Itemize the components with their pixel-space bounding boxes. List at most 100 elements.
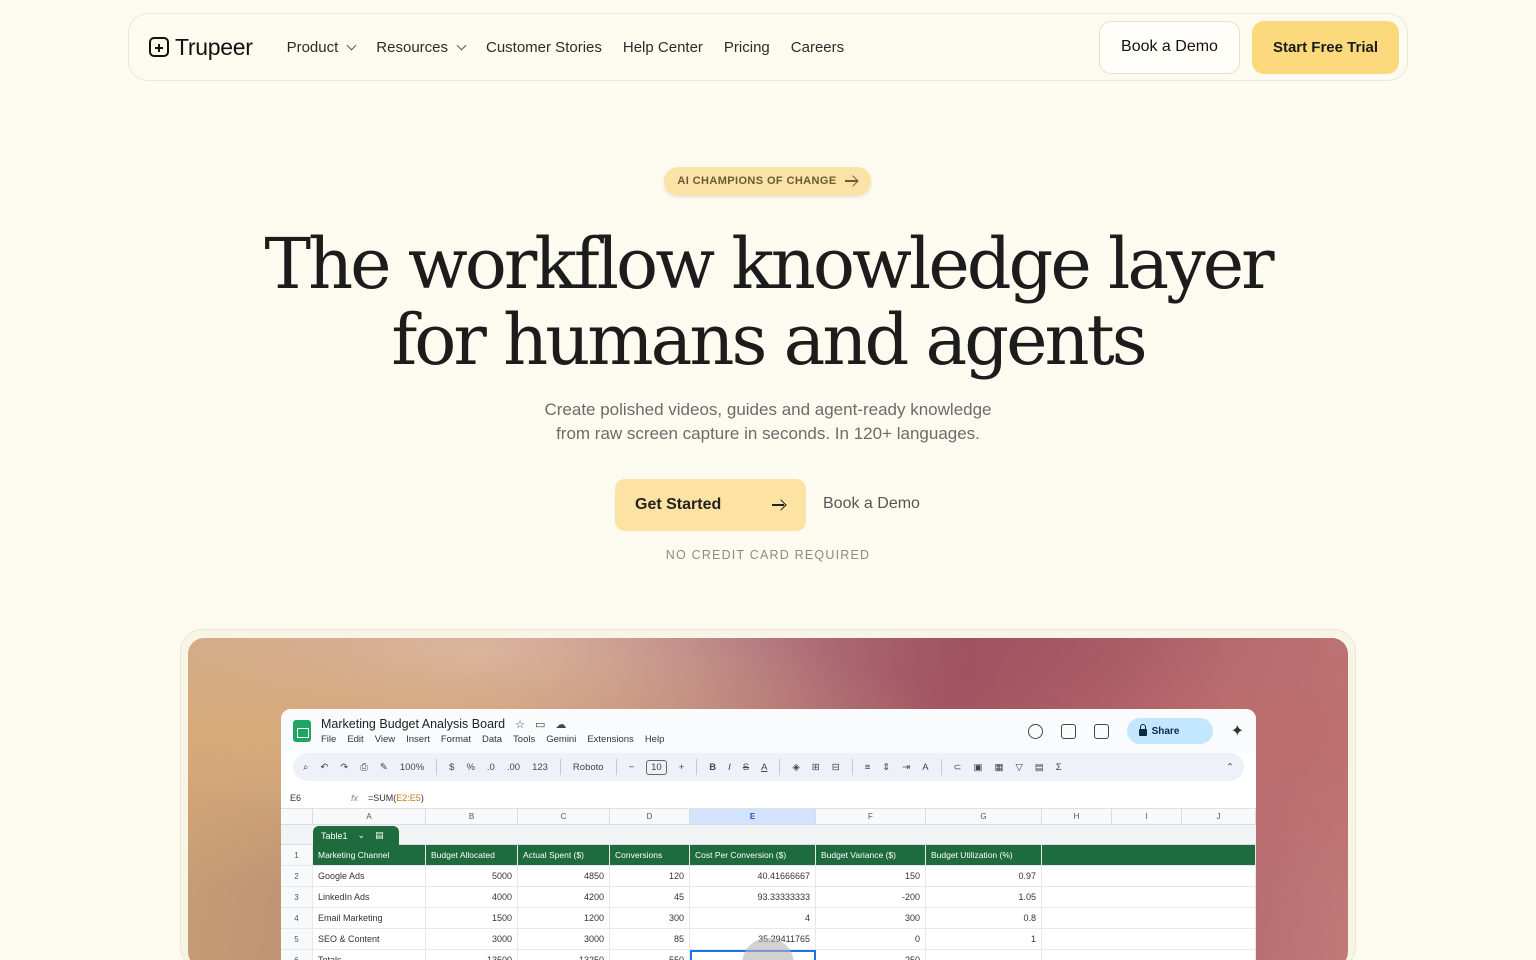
table-cell[interactable]: 4850: [518, 866, 610, 886]
redo-icon[interactable]: ↷: [340, 762, 348, 773]
table-menu-icon[interactable]: ▤: [375, 830, 384, 841]
star-icon[interactable]: ☆: [515, 718, 525, 731]
merge-icon[interactable]: ⊟: [832, 762, 840, 773]
minus-icon[interactable]: −: [629, 762, 635, 773]
percent-button[interactable]: %: [466, 762, 474, 773]
table-cell[interactable]: 40.41666667: [690, 866, 816, 886]
text-color-icon[interactable]: A: [761, 762, 767, 773]
undo-icon[interactable]: ↶: [320, 762, 328, 773]
table-header[interactable]: Budget Allocated: [426, 845, 518, 865]
valign-icon[interactable]: ⇕: [882, 762, 890, 773]
table-cell[interactable]: 1200: [518, 908, 610, 928]
nav-link-product[interactable]: Product: [287, 39, 357, 56]
table-cell[interactable]: 300: [816, 908, 926, 928]
link-icon[interactable]: ⊂: [954, 762, 962, 773]
font-select[interactable]: Roboto: [573, 762, 604, 773]
table-icon[interactable]: ▤: [1035, 762, 1044, 773]
rotate-icon[interactable]: A: [922, 762, 928, 773]
formula-input[interactable]: =SUM(E2:E5): [368, 793, 424, 803]
nav-link-pricing[interactable]: Pricing: [724, 39, 770, 56]
search-icon[interactable]: ⌕: [303, 762, 308, 773]
table-cell[interactable]: SEO & Content: [313, 929, 426, 949]
menu-extensions[interactable]: Extensions: [587, 734, 633, 745]
collapse-toolbar-icon[interactable]: ⌃: [1226, 762, 1234, 773]
increase-decimal-button[interactable]: .00: [507, 762, 520, 773]
hero-book-demo-link[interactable]: Book a Demo: [823, 495, 920, 513]
table-cell[interactable]: 0.97: [926, 866, 1042, 886]
row-number[interactable]: 1: [281, 845, 313, 865]
history-icon[interactable]: [1027, 723, 1043, 739]
menu-file[interactable]: File: [321, 734, 336, 745]
menu-gemini[interactable]: Gemini: [546, 734, 576, 745]
menu-view[interactable]: View: [375, 734, 395, 745]
number-format-button[interactable]: 123: [532, 762, 548, 773]
table-cell[interactable]: LinkedIn Ads: [313, 887, 426, 907]
table-header[interactable]: Conversions: [610, 845, 690, 865]
italic-icon[interactable]: I: [728, 762, 731, 773]
menu-data[interactable]: Data: [482, 734, 502, 745]
row-number[interactable]: 4: [281, 908, 313, 928]
table-cell[interactable]: 3000: [426, 929, 518, 949]
nav-link-help-center[interactable]: Help Center: [623, 39, 703, 56]
column-header[interactable]: C: [518, 809, 610, 824]
font-size-input[interactable]: 10: [646, 759, 667, 775]
brand-logo[interactable]: Trupeer: [149, 34, 253, 61]
table-cell[interactable]: 3000: [518, 929, 610, 949]
menu-tools[interactable]: Tools: [513, 734, 535, 745]
doc-title[interactable]: Marketing Budget Analysis Board: [321, 717, 505, 731]
insert-comment-icon[interactable]: ▣: [974, 762, 983, 773]
table-cell[interactable]: 45: [610, 887, 690, 907]
currency-button[interactable]: $: [449, 762, 454, 773]
paint-format-icon[interactable]: ✎: [380, 762, 388, 773]
table-cell[interactable]: Totals: [313, 950, 426, 960]
table-cell[interactable]: 4200: [518, 887, 610, 907]
start-trial-button[interactable]: Start Free Trial: [1251, 20, 1399, 74]
table-header[interactable]: Cost Per Conversion ($): [690, 845, 816, 865]
table-cell[interactable]: 1: [926, 929, 1042, 949]
meet-icon[interactable]: [1093, 723, 1109, 739]
column-header[interactable]: D: [610, 809, 690, 824]
chart-icon[interactable]: ▦: [995, 762, 1004, 773]
book-demo-button[interactable]: Book a Demo: [1099, 20, 1240, 74]
table-cell[interactable]: 93.33333333: [690, 887, 816, 907]
table-cell[interactable]: 250: [816, 950, 926, 960]
table-cell[interactable]: 5000: [426, 866, 518, 886]
column-header[interactable]: G: [926, 809, 1042, 824]
table-cell[interactable]: -200: [816, 887, 926, 907]
table-cell[interactable]: 300: [610, 908, 690, 928]
menu-insert[interactable]: Insert: [406, 734, 430, 745]
table-cell[interactable]: 4000: [426, 887, 518, 907]
strikethrough-icon[interactable]: S: [743, 762, 749, 773]
row-number[interactable]: 3: [281, 887, 313, 907]
column-header[interactable]: B: [426, 809, 518, 824]
gemini-sparkle-icon[interactable]: ✦: [1231, 721, 1244, 741]
table-cell[interactable]: 4: [690, 908, 816, 928]
zoom-select[interactable]: 100%: [400, 762, 424, 773]
column-header[interactable]: E: [690, 809, 816, 824]
share-button[interactable]: Share: [1126, 718, 1213, 744]
borders-icon[interactable]: ⊞: [812, 762, 820, 773]
menu-edit[interactable]: Edit: [347, 734, 363, 745]
table-cell[interactable]: 1.05: [926, 887, 1042, 907]
table-cell[interactable]: 0.8: [926, 908, 1042, 928]
align-icon[interactable]: ≡: [865, 762, 871, 773]
decrease-decimal-button[interactable]: .0: [487, 762, 495, 773]
get-started-button[interactable]: Get Started: [615, 479, 806, 531]
column-header[interactable]: J: [1182, 809, 1256, 824]
folder-icon[interactable]: ▭: [535, 718, 545, 731]
nav-link-customer-stories[interactable]: Customer Stories: [486, 39, 602, 56]
table-cell[interactable]: 85: [610, 929, 690, 949]
table-cell[interactable]: Google Ads: [313, 866, 426, 886]
table-cell[interactable]: 0: [816, 929, 926, 949]
plus-icon[interactable]: +: [679, 762, 685, 773]
table-cell[interactable]: 1500: [426, 908, 518, 928]
name-box[interactable]: E6: [290, 793, 301, 803]
column-header[interactable]: A: [313, 809, 426, 824]
row-number[interactable]: 2: [281, 866, 313, 886]
table-cell[interactable]: 13500: [426, 950, 518, 960]
table-cell[interactable]: 120: [610, 866, 690, 886]
table-header[interactable]: Budget Utilization (%): [926, 845, 1042, 865]
corner-cell[interactable]: [281, 809, 313, 824]
table-tab[interactable]: Table1 ⌄ ▤: [313, 826, 399, 845]
print-icon[interactable]: ⎙: [360, 762, 368, 773]
